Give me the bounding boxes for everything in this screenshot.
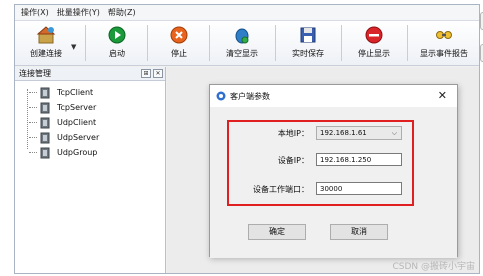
realtime-save-button[interactable]: 实时保存: [281, 21, 335, 66]
create-connection-label: 创建连接: [30, 49, 62, 58]
menu-help[interactable]: 帮助(Z): [108, 7, 136, 18]
local-ip-value: 192.168.1.61: [320, 129, 367, 137]
tree-item-tcpclient[interactable]: TcpClient: [15, 85, 165, 100]
start-icon: [108, 26, 126, 44]
connection-node-icon: [40, 117, 50, 128]
tree-item-udpclient[interactable]: UdpClient: [15, 115, 165, 130]
toolbar: 创建连接 ▼ 启动 停止 清空显示 实时保存 停止显示 显示事件报告: [15, 21, 479, 66]
dialog-titlebar: 客户端参数 ✕: [210, 85, 457, 107]
stop-display-button[interactable]: 停止显示: [347, 21, 401, 66]
toolbar-separator: [341, 25, 342, 61]
connection-node-icon: [40, 147, 50, 158]
toolbar-separator: [407, 25, 408, 61]
realtime-save-label: 实时保存: [292, 49, 324, 58]
tree-item-label: UdpClient: [57, 118, 97, 127]
clear-display-label: 清空显示: [226, 49, 258, 58]
watermark: CSDN @搬砖小宇宙: [392, 262, 475, 272]
app-icon: [216, 91, 226, 101]
device-port-label: 设备工作端口：: [253, 185, 309, 194]
connection-node-icon: [40, 102, 50, 113]
toolbar-separator: [209, 25, 210, 61]
device-ip-input[interactable]: [316, 153, 402, 166]
connection-tree: TcpClient TcpServer UdpClient UdpServer: [15, 81, 165, 160]
pin-icon[interactable]: ⊞: [141, 69, 151, 78]
tree-item-tcpserver[interactable]: TcpServer: [15, 100, 165, 115]
connection-node-icon: [40, 132, 50, 143]
cancel-button[interactable]: 取消: [330, 224, 388, 240]
tree-item-label: UdpGroup: [57, 148, 98, 157]
device-ip-label: 设备IP：: [277, 156, 309, 165]
menu-batch-operate[interactable]: 批量操作(Y): [57, 7, 100, 18]
tree-connector: [29, 152, 37, 153]
connection-panel-title: 连接管理: [19, 69, 51, 78]
stop-label: 停止: [171, 49, 187, 58]
dialog-body: 本地IP： 192.168.1.61 ⌵ 设备IP： 设备工作端口： 确定 取消: [210, 107, 457, 258]
stop-button[interactable]: 停止: [157, 21, 201, 66]
tree-item-label: TcpServer: [57, 103, 97, 112]
device-port-input[interactable]: [316, 182, 402, 195]
tree-item-udpgroup[interactable]: UdpGroup: [15, 145, 165, 160]
create-connection-button[interactable]: 创建连接: [21, 21, 71, 66]
event-report-label: 显示事件报告: [420, 49, 468, 58]
tree-item-udpserver[interactable]: UdpServer: [15, 130, 165, 145]
toolbar-separator: [147, 25, 148, 61]
ok-button[interactable]: 确定: [248, 224, 306, 240]
connection-panel-header: 连接管理 ⊞ ✕: [15, 67, 165, 81]
menubar: 操作(X) 批量操作(Y) 帮助(Z): [15, 5, 479, 21]
save-icon: [300, 27, 316, 43]
tree-item-label: UdpServer: [57, 133, 100, 142]
menu-operate[interactable]: 操作(X): [21, 7, 49, 18]
chevron-down-icon[interactable]: ▼: [71, 43, 76, 51]
client-params-dialog: 客户端参数 ✕ 本地IP： 192.168.1.61 ⌵ 设备IP： 设备工作端…: [209, 84, 458, 258]
local-ip-select[interactable]: 192.168.1.61 ⌵: [316, 126, 402, 140]
tree-item-label: TcpClient: [57, 88, 94, 97]
create-connection-icon: [36, 26, 56, 44]
stop-icon: [170, 26, 188, 44]
connection-panel: 连接管理 ⊞ ✕ TcpClient TcpServer UdpClient U…: [15, 67, 166, 273]
tree-connector: [29, 137, 37, 138]
stop-display-icon: [365, 26, 383, 44]
tree-connector: [29, 107, 37, 108]
tree-connector: [29, 122, 37, 123]
stop-display-label: 停止显示: [358, 49, 390, 58]
clear-display-button[interactable]: 清空显示: [215, 21, 269, 66]
tree-connector: [29, 92, 37, 93]
toolbar-separator: [85, 25, 86, 61]
chevron-down-icon: ⌵: [391, 129, 397, 137]
toolbar-separator: [275, 25, 276, 61]
connection-node-icon: [40, 87, 50, 98]
start-label: 启动: [109, 49, 125, 58]
close-icon[interactable]: ✕: [438, 89, 447, 102]
local-ip-label: 本地IP：: [277, 129, 309, 138]
event-report-button[interactable]: 显示事件报告: [411, 21, 477, 66]
event-report-icon: [436, 31, 452, 39]
clear-display-icon: [235, 28, 249, 44]
dialog-title: 客户端参数: [230, 91, 270, 101]
close-icon[interactable]: ✕: [153, 69, 163, 78]
start-button[interactable]: 启动: [95, 21, 139, 66]
